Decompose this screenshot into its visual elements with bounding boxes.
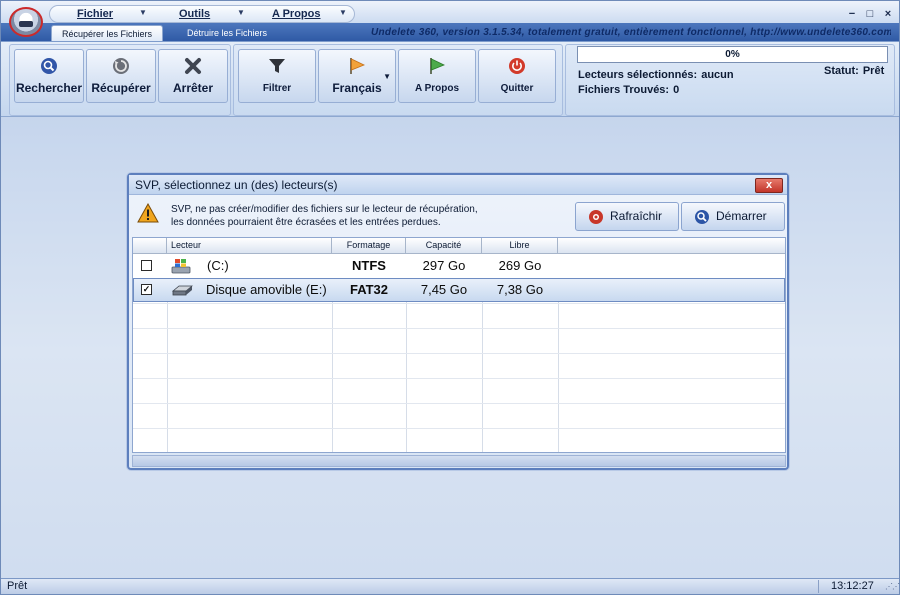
- recover-label: Récupérer: [91, 81, 151, 95]
- status-label: Statut:: [824, 65, 859, 77]
- filter-button[interactable]: Filtrer: [238, 49, 316, 103]
- status-clock: 13:12:27: [831, 580, 874, 592]
- filter-label: Filtrer: [262, 83, 292, 94]
- dialog-title: SVP, sélectionnez un (des) lecteurs(s): [129, 175, 787, 195]
- removable-drive-icon: [171, 285, 193, 296]
- marquee-text: Undelete 360, version 3.1.5.34, totaleme…: [371, 27, 891, 38]
- search-icon: [695, 210, 709, 224]
- stop-button[interactable]: Arrêter: [158, 49, 228, 103]
- selected-drives-label: Lecteurs sélectionnés:: [578, 69, 698, 81]
- green-flag-icon: [430, 58, 445, 74]
- windows-drive-icon: [171, 259, 191, 274]
- warning-line-1: SVP, ne pas créer/modifier des fichiers …: [171, 204, 478, 215]
- start-button[interactable]: Démarrer: [681, 202, 785, 231]
- progress-bar: 0%: [577, 46, 888, 63]
- column-header-capacity[interactable]: Capacité: [406, 238, 482, 254]
- flag-icon: [350, 58, 365, 74]
- menu-fichier[interactable]: Fichier: [77, 6, 113, 22]
- drive-checkbox[interactable]: ✓: [141, 284, 152, 295]
- drive-name: Disque amovible (E:): [206, 282, 327, 297]
- drive-capacity: 297 Go: [422, 258, 466, 273]
- tab-recover-files[interactable]: Récupérer les Fichiers: [51, 25, 164, 41]
- warning-line-2: les données pourraient être écrasées et …: [171, 217, 441, 228]
- about-label: A Propos: [414, 83, 460, 94]
- recover-button[interactable]: Récupérer: [86, 49, 156, 103]
- selected-drives-info: Lecteurs sélectionnés: aucun: [578, 69, 734, 81]
- menu-outils[interactable]: Outils: [179, 6, 210, 22]
- chevron-down-icon[interactable]: ▼: [339, 8, 347, 17]
- files-found-info: Fichiers Trouvés: 0: [578, 84, 679, 96]
- search-label: Rechercher: [15, 81, 83, 95]
- chevron-down-icon: ▼: [383, 72, 391, 81]
- drive-selection-dialog: SVP, sélectionnez un (des) lecteurs(s) x…: [127, 173, 789, 470]
- resize-grip-icon[interactable]: ⋰⋰: [885, 582, 900, 591]
- status-value: Prêt: [862, 65, 885, 77]
- drive-format: FAT32: [349, 282, 389, 297]
- column-header-free[interactable]: Libre: [482, 238, 558, 254]
- drive-format: NTFS: [352, 258, 386, 273]
- quit-button[interactable]: Quitter: [478, 49, 556, 103]
- language-dropdown[interactable]: Français ▼: [318, 49, 396, 103]
- about-button[interactable]: A Propos: [398, 49, 476, 103]
- refresh-label: Rafraîchir: [610, 209, 663, 223]
- dialog-footer-bar: [132, 455, 786, 467]
- refresh-icon: [589, 210, 603, 224]
- drive-free: 7,38 Go: [496, 282, 544, 297]
- maximize-button[interactable]: □: [863, 7, 877, 21]
- stop-x-icon: [185, 58, 201, 74]
- minimize-button[interactable]: −: [845, 7, 859, 21]
- language-label: Français: [332, 81, 382, 95]
- drive-checkbox[interactable]: [141, 260, 152, 271]
- app-window: Fichier ▼ Outils ▼ A Propos ▼ − □ × Récu…: [0, 0, 900, 595]
- files-found-label: Fichiers Trouvés:: [578, 84, 670, 96]
- table-row[interactable]: ✓ Disque amovible (E:) FAT32 7,45 Go 7,3…: [133, 278, 785, 302]
- stop-label: Arrêter: [172, 81, 214, 95]
- chevron-down-icon[interactable]: ▼: [139, 8, 147, 17]
- ribbon-group-actions: Rechercher Récupérer Arrêter: [9, 44, 231, 116]
- status-info: Statut: Prêt: [824, 65, 884, 77]
- drive-capacity: 7,45 Go: [420, 282, 468, 297]
- power-icon: [509, 58, 525, 74]
- selected-drives-value: aucun: [701, 69, 734, 81]
- quit-label: Quitter: [500, 83, 534, 94]
- table-row[interactable]: (C:) NTFS 297 Go 269 Go: [133, 254, 785, 278]
- drive-free: 269 Go: [498, 258, 542, 273]
- dialog-close-button[interactable]: x: [755, 178, 783, 193]
- search-button[interactable]: Rechercher: [14, 49, 84, 103]
- column-header-format[interactable]: Formatage: [332, 238, 406, 254]
- grid-line: [133, 353, 785, 354]
- recover-icon: [113, 58, 129, 74]
- grid-line: [133, 328, 785, 329]
- grid-line: [133, 403, 785, 404]
- chevron-down-icon[interactable]: ▼: [237, 8, 245, 17]
- ribbon-group-options: Filtrer Français ▼ A Propos Quitter: [233, 44, 563, 116]
- grid-line: [133, 428, 785, 429]
- tab-destroy-files[interactable]: Détruire les Fichiers: [177, 25, 277, 41]
- menu-a-propos[interactable]: A Propos: [272, 6, 321, 22]
- drive-name: (C:): [207, 258, 229, 273]
- column-header-empty: [558, 238, 785, 254]
- funnel-icon: [269, 59, 285, 73]
- files-found-value: 0: [673, 84, 680, 96]
- status-bar: Prêt 13:12:27 ⋰⋰: [1, 578, 900, 594]
- grid-line: [133, 303, 785, 304]
- search-icon: [41, 58, 57, 74]
- start-label: Démarrer: [716, 209, 767, 223]
- progress-text: 0%: [725, 49, 740, 60]
- app-logo[interactable]: [9, 7, 43, 37]
- grid-line: [133, 378, 785, 379]
- status-text: Prêt: [7, 580, 28, 592]
- column-header-check: [133, 238, 167, 254]
- warning-text: SVP, ne pas créer/modifier des fichiers …: [171, 203, 478, 229]
- column-header-drive[interactable]: Lecteur: [167, 238, 332, 254]
- title-bar: Fichier ▼ Outils ▼ A Propos ▼ − □ ×: [1, 1, 899, 25]
- close-button[interactable]: ×: [881, 7, 895, 21]
- refresh-button[interactable]: Rafraîchir: [575, 202, 679, 231]
- warning-icon: [137, 203, 159, 223]
- status-separator: [818, 580, 819, 593]
- drives-table: Lecteur Formatage Capacité Libre (C:) NT…: [132, 237, 786, 453]
